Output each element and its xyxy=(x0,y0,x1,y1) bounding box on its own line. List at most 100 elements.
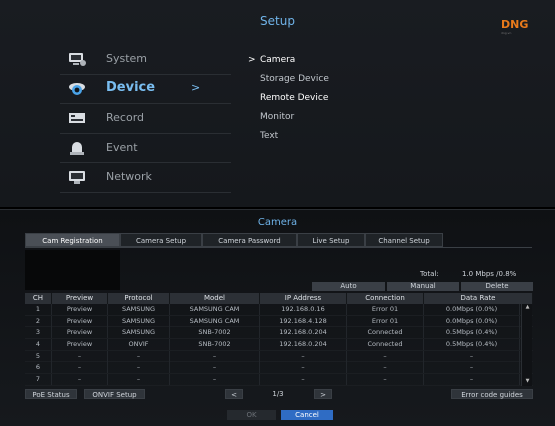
column-header-model: Model xyxy=(170,293,260,304)
cell-protocol: ONVIF xyxy=(108,339,170,351)
logo-subtext: dng.vn xyxy=(501,31,512,35)
cell-model: SNB-7002 xyxy=(170,327,260,339)
cell-ch: 3 xyxy=(25,327,52,339)
tab-live-setup[interactable]: Live Setup xyxy=(297,233,365,247)
page-indicator: 1/3 xyxy=(272,390,284,398)
next-page-button[interactable]: > xyxy=(314,389,332,399)
total-bandwidth: 1.0 Mbps /0.8% xyxy=(462,270,517,278)
cell-ip-address: – xyxy=(260,362,347,374)
cell-connection: – xyxy=(347,362,424,374)
cell-preview[interactable]: Preview xyxy=(52,304,108,315)
table-row[interactable]: 2 Preview SAMSUNG SAMSUNG CAM 192.168.4.128 E… xyxy=(25,315,533,328)
column-header-protocol: Protocol xyxy=(108,293,170,304)
cell-protocol: – xyxy=(108,362,170,374)
cell-data-rate: – xyxy=(424,374,520,386)
poe-status-button[interactable]: PoE Status xyxy=(25,389,77,399)
submenu-item-label: Camera xyxy=(260,55,296,65)
cell-preview: – xyxy=(52,374,108,386)
manual-button[interactable]: Manual xyxy=(387,282,459,291)
tab-divider xyxy=(25,247,532,248)
cell-data-rate: 0.5Mbps (0.4%) xyxy=(424,339,520,351)
submenu-item-remote-device[interactable]: Remote Device xyxy=(250,93,329,112)
cancel-button[interactable]: Cancel xyxy=(281,410,333,420)
total-label: Total: xyxy=(420,270,439,278)
cell-ip-address: 192.168.4.128 xyxy=(260,315,347,327)
menu-item-system[interactable]: System xyxy=(60,45,231,75)
brand-logo: DNG dng.vn xyxy=(501,18,547,40)
menu-item-label: Network xyxy=(106,170,152,183)
cell-protocol: SAMSUNG xyxy=(108,304,170,315)
error-code-guides-button[interactable]: Error code guides xyxy=(451,389,533,399)
tab-camera-password[interactable]: Camera Password xyxy=(202,233,297,247)
auto-button[interactable]: Auto xyxy=(312,282,385,291)
cell-data-rate: 0.0Mbps (0.0%) xyxy=(424,315,520,327)
table-scrollbar[interactable]: ▲ ▼ xyxy=(521,304,532,386)
column-header-ch: CH xyxy=(25,293,52,304)
cell-model: – xyxy=(170,362,260,374)
cell-ip-address: 192.168.0.204 xyxy=(260,339,347,351)
submenu-item-storage-device[interactable]: Storage Device xyxy=(250,74,329,93)
event-icon xyxy=(70,141,84,155)
cell-model: SNB-7002 xyxy=(170,339,260,351)
table-row[interactable]: 1 Preview SAMSUNG SAMSUNG CAM 192.168.0.16 Er… xyxy=(25,304,533,316)
tab-cam-registration[interactable]: Cam Registration xyxy=(25,233,120,247)
cell-model: SAMSUNG CAM xyxy=(170,304,260,315)
menu-item-network[interactable]: Network xyxy=(60,163,231,193)
prev-page-button[interactable]: < xyxy=(225,389,243,399)
cell-ch: 1 xyxy=(25,304,52,315)
table-row[interactable]: 3 Preview SAMSUNG SNB-7002 192.168.0.204 Conn… xyxy=(25,327,533,340)
cell-protocol: – xyxy=(108,350,170,362)
table-row[interactable]: 5– – – – – – xyxy=(25,350,533,363)
setup-menu: System Device > Record Event Network xyxy=(60,45,231,193)
cell-connection: – xyxy=(347,374,424,386)
menu-item-event[interactable]: Event xyxy=(60,134,231,163)
scroll-down-icon[interactable]: ▼ xyxy=(522,378,533,386)
column-header-connection: Connection xyxy=(347,293,424,304)
cell-ip-address: – xyxy=(260,374,347,386)
cell-connection: Error 01 xyxy=(347,304,424,315)
cell-ch: 2 xyxy=(25,315,52,327)
cell-ch: 4 xyxy=(25,339,52,351)
cell-protocol: SAMSUNG xyxy=(108,315,170,327)
ok-button[interactable]: OK xyxy=(227,410,276,420)
cell-ch: 7 xyxy=(25,374,52,386)
cell-ch: 5 xyxy=(25,350,52,362)
system-icon xyxy=(69,53,86,66)
cell-connection: Connected xyxy=(347,327,424,339)
column-header-ip-address: IP Address xyxy=(260,293,347,304)
tab-bar: Cam Registration Camera Setup Camera Pas… xyxy=(25,233,443,247)
logo-text: DNG xyxy=(501,18,529,31)
menu-item-record[interactable]: Record xyxy=(60,104,231,134)
table-header: CH Preview Protocol Model IP Address Connecti… xyxy=(25,293,533,304)
submenu-item-text[interactable]: Text xyxy=(250,131,329,150)
cell-preview[interactable]: Preview xyxy=(52,339,108,351)
cell-data-rate: – xyxy=(424,362,520,374)
camera-dialog: Camera Cam Registration Camera Setup Cam… xyxy=(0,209,555,426)
cell-protocol: – xyxy=(108,374,170,386)
cell-preview[interactable]: Preview xyxy=(52,315,108,327)
submenu-item-camera[interactable]: > Camera xyxy=(248,55,329,74)
tab-camera-setup[interactable]: Camera Setup xyxy=(120,233,202,247)
camera-table: CH Preview Protocol Model IP Address Connecti… xyxy=(25,293,533,386)
table-row[interactable]: 7– – – – – – xyxy=(25,374,533,386)
submenu-item-monitor[interactable]: Monitor xyxy=(250,112,329,131)
cell-model: – xyxy=(170,374,260,386)
cell-preview: – xyxy=(52,362,108,374)
table-row[interactable]: 4 Preview ONVIF SNB-7002 192.168.0.204 Connec… xyxy=(25,339,533,351)
cell-model: SAMSUNG CAM xyxy=(170,315,260,327)
menu-item-device[interactable]: Device > xyxy=(60,75,231,104)
scroll-up-icon[interactable]: ▲ xyxy=(522,304,533,312)
cell-model: – xyxy=(170,350,260,362)
column-header-preview: Preview xyxy=(52,293,108,304)
menu-item-label: System xyxy=(106,52,148,65)
table-row[interactable]: 6– – – – – – xyxy=(25,362,533,375)
tab-channel-setup[interactable]: Channel Setup xyxy=(365,233,443,247)
onvif-setup-button[interactable]: ONVIF Setup xyxy=(84,389,145,399)
network-icon xyxy=(69,171,85,184)
chevron-right-icon: > xyxy=(191,80,201,94)
delete-button[interactable]: Delete xyxy=(461,282,533,291)
record-icon xyxy=(69,113,85,123)
table-body: 1 Preview SAMSUNG SAMSUNG CAM 192.168.0.16 Er… xyxy=(25,304,533,386)
cell-preview[interactable]: Preview xyxy=(52,327,108,339)
cell-connection: Connected xyxy=(347,339,424,351)
